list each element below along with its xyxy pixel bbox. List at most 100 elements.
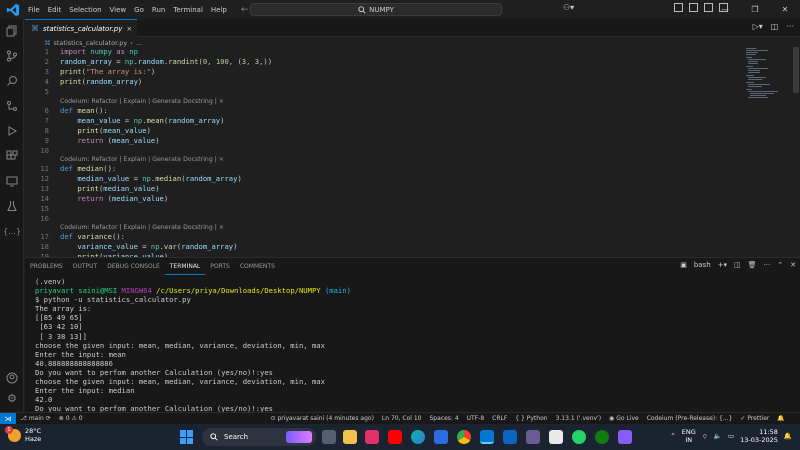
search-label: NUMPY (369, 5, 394, 14)
tab-statistics-calculator[interactable]: ⌘ statistics_calculator.py × (25, 19, 137, 37)
start-button-windows-icon[interactable] (180, 430, 194, 444)
taskbar-search[interactable]: Search (202, 428, 316, 446)
split-terminal-icon[interactable]: ◫ (734, 261, 741, 269)
prettier-status[interactable]: ✓ Prettier (736, 415, 773, 422)
copilot-icon[interactable]: ⚇▾ (563, 3, 574, 12)
volume-icon[interactable]: 🔈 (714, 432, 722, 440)
language-indicator[interactable]: ENG IN (682, 428, 696, 444)
whatsapp-icon[interactable] (572, 430, 586, 444)
git-blame[interactable]: ⊙ priyavarat saini (4 minutes ago) (267, 415, 378, 422)
minimap[interactable] (746, 47, 786, 107)
youtube-icon[interactable] (388, 430, 402, 444)
app-icon[interactable] (618, 430, 632, 444)
chrome-icon[interactable] (457, 430, 471, 444)
close-tab-icon[interactable]: × (126, 25, 132, 33)
remote-indicator-icon[interactable]: ⋊ (0, 412, 16, 425)
code-editor[interactable]: 1 import numpy as np 2 random_array = np.r… (25, 47, 800, 257)
notifications-bell-icon[interactable]: 🔔 (773, 415, 788, 422)
terminal-command: $ python -u statistics_calculator.py (35, 295, 191, 305)
menu-terminal[interactable]: Terminal (169, 6, 207, 14)
split-editor-icon[interactable]: ◫ (771, 22, 779, 31)
restore-icon[interactable]: ❐ (740, 0, 770, 19)
maximize-panel-icon[interactable]: ⌃ (777, 261, 783, 269)
indentation[interactable]: Spaces: 4 (425, 415, 462, 422)
wifi-icon[interactable]: ⌔ (702, 432, 708, 441)
tab-comments[interactable]: COMMENTS (235, 258, 280, 275)
encoding[interactable]: UTF-8 (463, 415, 489, 422)
file-explorer-icon[interactable] (343, 430, 357, 444)
run-file-icon[interactable]: ▷▾ (753, 22, 763, 31)
task-view-icon[interactable] (322, 430, 336, 444)
codeium-icon[interactable]: {...} (3, 224, 21, 238)
branch-indicator[interactable]: ⎇ main ⟳ (16, 415, 55, 422)
prompt-path: /c/Users/priya/Downloads/Desktop/NUMPY (156, 286, 321, 296)
breadcrumb-symbol[interactable]: ... (136, 39, 142, 47)
menu-run[interactable]: Run (148, 6, 169, 14)
menu-help[interactable]: Help (207, 6, 231, 14)
menu-selection[interactable]: Selection (65, 6, 105, 14)
battery-icon[interactable]: ▭ (728, 432, 734, 440)
terminal-output[interactable]: (.venv) priyavart saini@MSI MINGW64 /c/Us… (35, 277, 795, 413)
clock[interactable]: 11:58 13-03-2025 (740, 428, 778, 444)
linkedin-icon[interactable] (503, 430, 517, 444)
terminal-line: 42.0 (35, 395, 53, 405)
search-sidebar-icon[interactable] (5, 74, 19, 88)
tab-ports[interactable]: PORTS (205, 258, 235, 275)
remote-explorer-icon[interactable] (5, 174, 19, 188)
tab-terminal[interactable]: TERMINAL (164, 258, 206, 275)
minimize-icon[interactable]: — (710, 0, 740, 19)
weather-widget[interactable]: 1 28°C Haze (5, 425, 41, 443)
go-live-button[interactable]: ◉ Go Live (605, 415, 643, 422)
toggle-panel-icon[interactable] (689, 3, 698, 12)
vscode-taskbar-icon[interactable] (480, 430, 494, 444)
kill-terminal-icon[interactable]: 🗑 (748, 261, 757, 269)
menu-go[interactable]: Go (130, 6, 148, 14)
show-hidden-icons-icon[interactable]: ⌃ (670, 432, 675, 440)
bottom-panel: PROBLEMS OUTPUT DEBUG CONSOLE TERMINAL P… (25, 257, 800, 413)
menu-edit[interactable]: Edit (44, 6, 66, 14)
cursor-position[interactable]: Ln 70, Col 10 (378, 415, 426, 422)
terminal-line: choose the given input: mean, median, va… (35, 377, 325, 387)
menu-view[interactable]: View (106, 6, 131, 14)
more-actions-icon[interactable]: ··· (764, 261, 771, 269)
python-interpreter[interactable]: 3.13.1 ('.venv') (552, 415, 605, 422)
tab-output[interactable]: OUTPUT (68, 258, 102, 275)
toggle-primary-sidebar-icon[interactable] (674, 3, 683, 12)
editor-scrollbar[interactable] (793, 47, 799, 93)
line-ending[interactable]: CRLF (488, 415, 511, 422)
testing-icon[interactable] (5, 199, 19, 213)
edge-browser-icon[interactable] (411, 430, 425, 444)
codeium-status[interactable]: Codeium (Pre-Release): {...} (643, 415, 737, 422)
run-debug-icon[interactable] (5, 124, 19, 138)
more-actions-icon[interactable]: ··· (786, 22, 794, 31)
microsoft-store-icon[interactable] (434, 430, 448, 444)
notifications-icon[interactable]: 🔔 (784, 432, 792, 440)
problems-indicator[interactable]: ⊗ 0 ⚠ 0 (55, 415, 87, 422)
close-panel-icon[interactable]: ✕ (790, 261, 796, 269)
instagram-icon[interactable] (365, 430, 379, 444)
terminal-line: Enter the input: median (35, 386, 135, 396)
account-icon[interactable] (5, 371, 19, 385)
breadcrumb-file[interactable]: statistics_calculator.py (54, 39, 128, 47)
git-graph-icon[interactable] (5, 99, 19, 113)
kotlin-app-icon[interactable] (526, 430, 540, 444)
xbox-icon[interactable] (595, 430, 609, 444)
new-terminal-icon[interactable]: +▾ (718, 261, 727, 269)
language-mode[interactable]: { } Python (511, 415, 551, 422)
terminal-line: [ 3 38 13]] (35, 331, 87, 341)
language-label: Python (526, 415, 548, 422)
settings-gear-icon[interactable]: ⚙ (5, 391, 19, 405)
extensions-icon[interactable] (5, 149, 19, 163)
explorer-icon[interactable] (5, 24, 19, 38)
menu-file[interactable]: File (24, 6, 44, 14)
back-arrow-icon[interactable]: ← (241, 5, 249, 15)
source-control-icon[interactable] (5, 49, 19, 63)
command-center-search[interactable]: NUMPY (250, 3, 502, 16)
close-window-icon[interactable]: ✕ (770, 0, 800, 19)
tab-debug-console[interactable]: DEBUG CONSOLE (102, 258, 165, 275)
branch-name: main (28, 415, 44, 422)
tab-problems[interactable]: PROBLEMS (25, 258, 68, 275)
terminal-line: (.venv) (35, 277, 66, 286)
terminal-shell-label[interactable]: bash (694, 261, 711, 269)
calculator-app-icon[interactable] (549, 430, 563, 444)
